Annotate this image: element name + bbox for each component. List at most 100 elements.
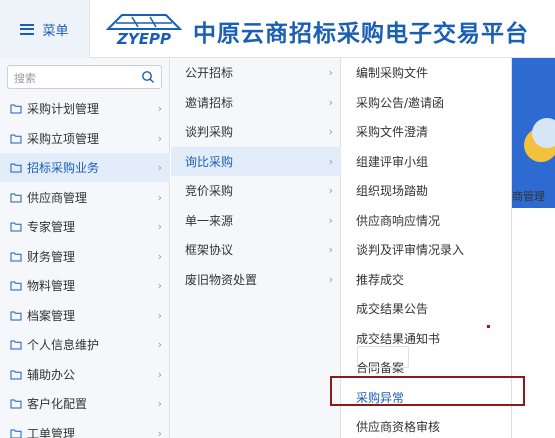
zyepp-logo: ZYEPP [105,14,183,47]
level1-item[interactable]: 客户化配置 › [0,389,170,418]
search-placeholder: 搜索 [14,72,36,85]
level2-item[interactable]: 谈判采购 › [171,117,341,146]
marker-dot [487,325,490,328]
level1-item[interactable]: 招标采购业务 › [0,153,170,182]
folder-icon [10,192,22,203]
level3-item[interactable]: 供应商资格审核 [342,412,512,438]
level2-item[interactable]: 公开招标 › [171,58,341,87]
level1-item-label: 客户化配置 [27,397,88,411]
background-banner [512,58,555,208]
level1-item-label: 物料管理 [27,279,76,293]
folder-icon [10,369,22,380]
banner-bubble-shape [532,118,555,148]
platform-title: 中原云商招标采购电子交易平台 [193,21,529,47]
level2-item[interactable]: 邀请招标 › [171,88,341,117]
level3-item[interactable]: 采购公告/邀请函 [342,88,512,117]
menu-toggle-button[interactable]: 菜单 [0,0,90,58]
folder-icon [10,221,22,232]
level1-item[interactable]: 工单管理 › [0,419,170,438]
folder-icon [10,162,22,173]
level1-item-label: 招标采购业务 [27,161,100,175]
level3-item[interactable]: 成交结果公告 [342,294,512,323]
folder-icon [10,339,22,350]
search-icon[interactable] [141,70,155,84]
level3-item-label: 成交结果公告 [356,302,429,316]
level3-item[interactable]: 编制采购文件 [342,58,512,87]
folder-icon [10,398,22,409]
top-header: 菜单 ZYEPP 中原云商招标采购电子交易平台 [0,0,555,58]
level2-item[interactable]: 单一来源 › [171,206,341,235]
folder-icon [10,103,22,114]
folder-icon [10,251,22,262]
level1-item[interactable]: 采购计划管理 › [0,94,170,123]
level3-item[interactable]: 供应商响应情况 [342,206,512,235]
chevron-right-icon: › [157,161,162,174]
chevron-right-icon: › [157,102,162,115]
level2-item-label: 询比采购 [185,154,234,169]
level2-item[interactable]: 竞价采购 › [171,176,341,205]
level1-item-label: 采购计划管理 [27,102,100,116]
level1-item[interactable]: 财务管理 › [0,242,170,271]
level2-item-label: 谈判采购 [185,125,234,139]
level1-item-label: 辅助办公 [27,367,76,382]
folder-icon [10,428,22,438]
chevron-right-icon: › [328,272,333,286]
level1-item[interactable]: 物料管理 › [0,271,170,300]
level2-item-label: 邀请招标 [185,95,234,110]
level3-item[interactable]: 推荐成交 [342,265,512,294]
chevron-right-icon: › [157,426,162,438]
chevron-right-icon: › [328,213,333,227]
level2-item-label: 公开招标 [185,66,234,80]
level3-item-label: 推荐成交 [356,272,405,287]
level3-item-label: 编制采购文件 [356,66,429,80]
level2-item[interactable]: 框架协议 › [171,235,341,264]
folder-icon [10,310,22,321]
level1-item-label: 财务管理 [27,249,76,264]
level3-item[interactable]: 组织现场踏勘 [342,176,512,205]
level2-item[interactable]: 废旧物资处置 › [171,265,341,294]
level3-item[interactable]: 组建评审小组 [342,147,512,176]
level2-item-label: 单一来源 [185,213,234,228]
level3-item-label: 采购文件澄清 [356,125,429,139]
hamburger-icon [20,23,35,35]
background-tile-label: 商管理 [512,190,545,203]
menu-search-input[interactable]: 搜索 [7,65,162,89]
level1-item[interactable]: 采购立项管理 › [0,124,170,153]
level3-item-label: 谈判及评审情况录入 [356,243,465,257]
folder-icon [10,133,22,144]
level1-item-label: 采购立项管理 [27,131,100,146]
level1-item-label: 供应商管理 [27,190,88,205]
svg-text:ZYEPP: ZYEPP [116,30,171,47]
chevron-right-icon: › [157,338,162,351]
level2-menu: 公开招标 › 邀请招标 › 谈判采购 › 询比采购 › 竞价采购 › 单一来源 › 框架协议 › 废旧物资处… [171,58,341,438]
level1-item[interactable]: 个人信息维护 › [0,330,170,359]
level3-item-label: 组织现场踏勘 [356,184,429,198]
chevron-right-icon: › [157,367,162,381]
level3-item-label: 组建评审小组 [356,154,429,169]
level2-item-label: 废旧物资处置 [185,272,258,287]
level3-item-label: 供应商响应情况 [356,213,441,228]
chevron-right-icon: › [157,279,162,292]
level2-item-label: 竞价采购 [185,184,234,198]
chevron-right-icon: › [157,249,162,263]
folder-icon [10,280,22,291]
level2-item[interactable]: 询比采购 › [171,146,341,176]
level3-item[interactable]: 采购文件澄清 [342,117,512,146]
level3-item[interactable]: 谈判及评审情况录入 [342,235,512,264]
chevron-right-icon: › [328,66,333,79]
chevron-right-icon: › [328,243,333,256]
highlight-box [330,376,525,406]
chevron-right-icon: › [157,308,162,322]
chevron-right-icon: › [157,397,162,410]
chevron-right-icon: › [157,220,162,233]
chevron-right-icon: › [328,125,333,138]
ghost-button-outline [357,346,409,368]
chevron-right-icon: › [328,95,333,109]
chevron-right-icon: › [328,184,333,197]
level1-item-label: 工单管理 [27,426,76,438]
level1-item[interactable]: 供应商管理 › [0,183,170,212]
app-root: 菜单 ZYEPP 中原云商招标采购电子交易平台 商管理 搜索 采购计划管理 › 采购… [0,0,555,438]
level1-item[interactable]: 辅助办公 › [0,360,170,389]
level1-item[interactable]: 档案管理 › [0,301,170,330]
level1-item[interactable]: 专家管理 › [0,212,170,241]
